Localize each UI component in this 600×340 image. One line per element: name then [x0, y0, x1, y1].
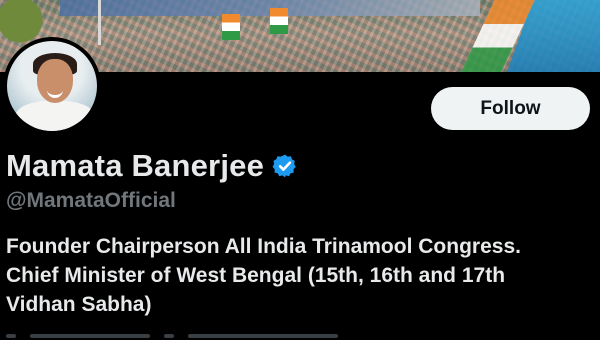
verified-badge-icon[interactable]: [272, 153, 298, 179]
bio-line: Chief Minister of West Bengal (15th, 16t…: [6, 264, 506, 287]
bio-line: Founder Chairperson All India Trinamool …: [6, 235, 521, 258]
bio-line: Vidhan Sabha): [6, 293, 152, 316]
meta-item: [188, 334, 338, 338]
profile-bio: Founder Chairperson All India Trinamool …: [6, 232, 596, 319]
profile-meta-row: [6, 332, 566, 340]
banner-flag: [222, 14, 240, 40]
avatar-image: [7, 41, 97, 131]
banner-pole: [98, 0, 101, 45]
follow-button[interactable]: Follow: [431, 87, 590, 130]
name-row: Mamata Banerjee: [6, 148, 298, 184]
banner-flag: [270, 8, 288, 34]
avatar-sari: [15, 101, 95, 131]
avatar[interactable]: [3, 37, 101, 135]
location-icon: [6, 334, 16, 338]
meta-item: [30, 334, 150, 338]
display-name: Mamata Banerjee: [6, 148, 265, 183]
profile-handle: @MamataOfficial: [6, 189, 176, 212]
link-icon: [164, 334, 174, 338]
